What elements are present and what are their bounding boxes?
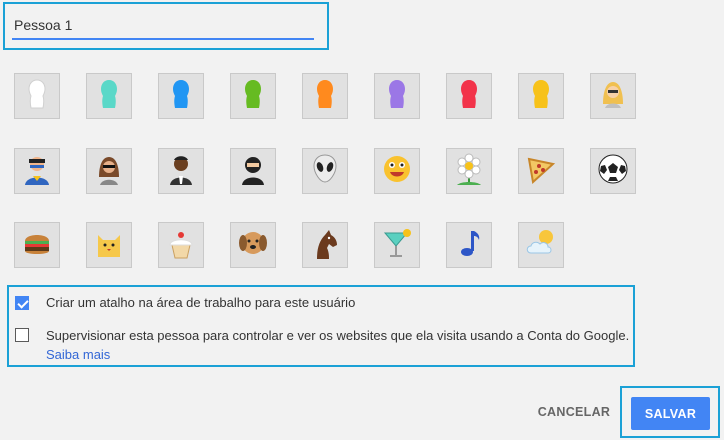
orange-silhouette-icon: [305, 74, 345, 119]
green-silhouette-icon: [233, 74, 273, 119]
avatar-option[interactable]: [374, 148, 420, 194]
shortcut-label: Criar um atalho na área de trabalho para…: [46, 295, 356, 310]
shortcut-checkbox[interactable]: [15, 296, 29, 310]
avatar-option[interactable]: [590, 73, 636, 119]
avatar-option[interactable]: [86, 222, 132, 268]
yellow-silhouette-icon: [521, 74, 561, 119]
teal-silhouette-icon: [89, 74, 129, 119]
cocktail-icon: [377, 223, 417, 268]
dog-icon: [233, 223, 273, 268]
avatar-option[interactable]: [446, 222, 492, 268]
soccer-ball-icon: [593, 149, 633, 194]
avatar-option[interactable]: [86, 73, 132, 119]
businessman-icon: [161, 149, 201, 194]
avatar-option[interactable]: [86, 148, 132, 194]
pizza-icon: [521, 149, 561, 194]
blue-silhouette-icon: [161, 74, 201, 119]
avatar-option[interactable]: [518, 148, 564, 194]
red-silhouette-icon: [449, 74, 489, 119]
avatar-option[interactable]: [158, 73, 204, 119]
woman-sunglasses-icon: [89, 149, 129, 194]
avatar-option[interactable]: [302, 148, 348, 194]
blonde-woman-icon: [593, 74, 633, 119]
avatar-option[interactable]: [302, 222, 348, 268]
smiley-face-icon: [377, 149, 417, 194]
cancel-button[interactable]: CANCELAR: [534, 397, 614, 427]
horse-icon: [305, 223, 345, 268]
avatar-option[interactable]: [518, 222, 564, 268]
sun-cloud-icon: [521, 223, 561, 268]
burger-icon: [17, 223, 57, 268]
supervise-label: Supervisionar esta pessoa para controlar…: [46, 328, 630, 343]
avatar-option[interactable]: [230, 73, 276, 119]
avatar-option[interactable]: [14, 73, 60, 119]
avatar-option[interactable]: [518, 73, 564, 119]
avatar-option[interactable]: [14, 222, 60, 268]
avatar-option[interactable]: [374, 73, 420, 119]
superhero-icon: [17, 149, 57, 194]
cat-icon: [89, 223, 129, 268]
cupcake-icon: [161, 223, 201, 268]
save-button[interactable]: SALVAR: [631, 397, 710, 430]
avatar-option[interactable]: [230, 222, 276, 268]
learn-more-link[interactable]: Saiba mais: [46, 347, 110, 362]
avatar-option[interactable]: [446, 148, 492, 194]
supervise-checkbox[interactable]: [15, 328, 29, 342]
avatar-option[interactable]: [14, 148, 60, 194]
purple-silhouette-icon: [377, 74, 417, 119]
avatar-option[interactable]: [302, 73, 348, 119]
alien-icon: [305, 149, 345, 194]
white-silhouette-icon: [17, 74, 57, 119]
ninja-icon: [233, 149, 273, 194]
avatar-grid: [0, 0, 724, 280]
avatar-option[interactable]: [374, 222, 420, 268]
avatar-option[interactable]: [158, 148, 204, 194]
flower-icon: [449, 149, 489, 194]
avatar-option[interactable]: [590, 148, 636, 194]
avatar-option[interactable]: [446, 73, 492, 119]
avatar-option[interactable]: [230, 148, 276, 194]
avatar-option[interactable]: [158, 222, 204, 268]
music-note-icon: [449, 223, 489, 268]
